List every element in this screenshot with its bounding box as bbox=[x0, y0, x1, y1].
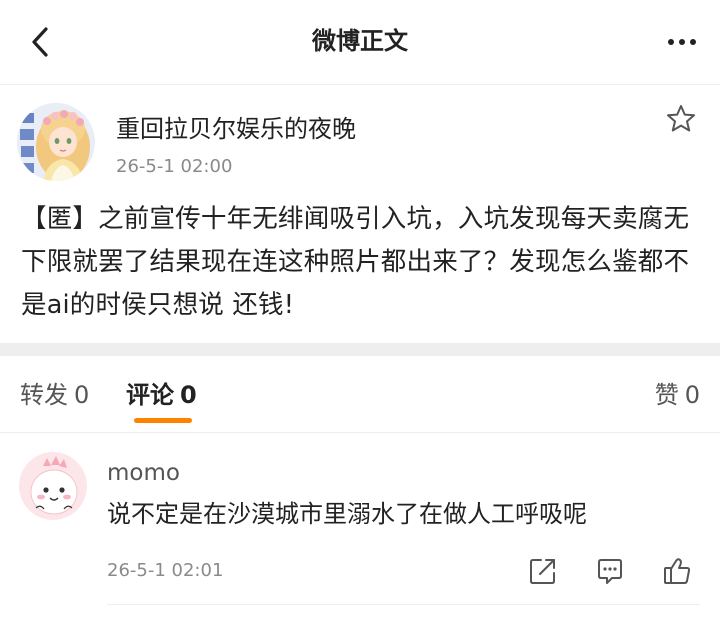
post-author-name[interactable]: 重回拉贝尔娱乐的夜晚 bbox=[116, 112, 356, 146]
comment-reply-icon[interactable] bbox=[594, 555, 626, 587]
active-tab-indicator bbox=[134, 418, 192, 423]
tab-likes-count: 0 bbox=[684, 381, 700, 409]
tab-repost-label: 转发 bbox=[20, 381, 68, 409]
star-icon[interactable] bbox=[665, 103, 697, 135]
comment-text: 说不定是在沙漠城市里溺水了在做人工呼吸呢 bbox=[107, 500, 587, 528]
page-title: 微博正文 bbox=[312, 27, 408, 55]
post-tabs: 转发 0 评论 0 赞0 bbox=[0, 356, 720, 433]
comment-author-name[interactable]: momo bbox=[107, 458, 180, 488]
post-timestamp: 26-5-1 02:00 bbox=[116, 156, 233, 177]
top-nav-bar: 微博正文 bbox=[0, 0, 720, 85]
more-dots-icon[interactable] bbox=[662, 26, 702, 58]
thumbs-up-icon[interactable] bbox=[661, 555, 693, 587]
section-divider bbox=[0, 343, 720, 356]
tab-likes[interactable]: 赞0 bbox=[655, 378, 700, 412]
tab-repost[interactable]: 转发 0 bbox=[20, 378, 89, 412]
comment-timestamp: 26-5-1 02:01 bbox=[107, 560, 224, 581]
comment-author-avatar[interactable] bbox=[19, 452, 87, 520]
comment-divider bbox=[107, 604, 700, 605]
tab-likes-label: 赞 bbox=[654, 381, 679, 409]
post-text: 【匿】之前宣传十年无绯闻吸引入坑，入坑发现每天卖腐无下限就罢了结果现在连这种照片… bbox=[21, 204, 690, 320]
tab-comments-label: 评论 bbox=[126, 381, 174, 409]
tab-repost-count: 0 bbox=[74, 381, 90, 409]
tab-comments[interactable]: 评论 0 bbox=[126, 378, 197, 412]
share-icon[interactable] bbox=[527, 555, 559, 587]
tab-comments-count: 0 bbox=[180, 381, 197, 409]
post-author-avatar[interactable] bbox=[17, 103, 95, 181]
